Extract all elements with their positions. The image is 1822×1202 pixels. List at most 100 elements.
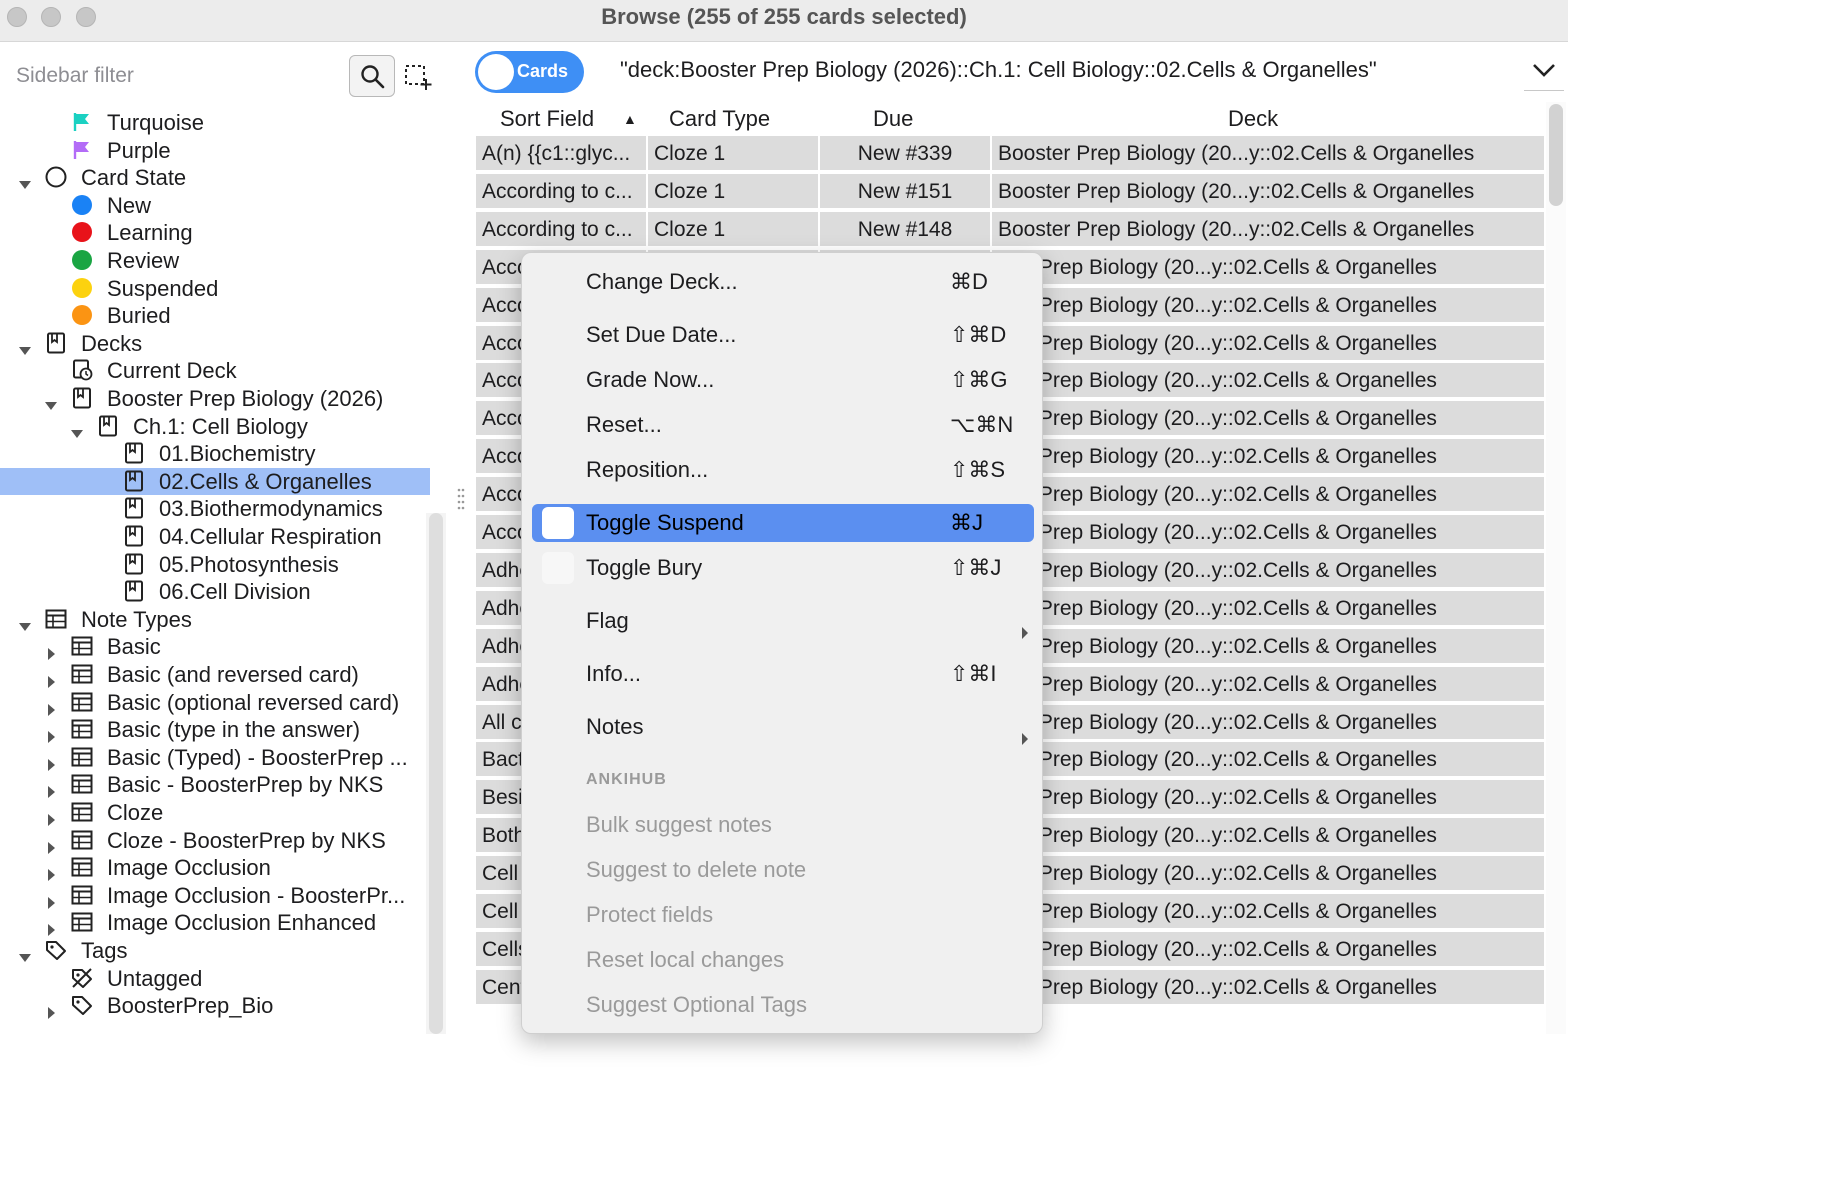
ankihub-menu-item[interactable]: Bulk suggest notes — [532, 806, 1034, 844]
sidebar-scrollbar-thumb[interactable] — [429, 513, 443, 1034]
sidebar-item-label: Basic — [107, 634, 161, 659]
note-type-icon — [71, 884, 93, 906]
sidebar-item[interactable]: Learning — [0, 219, 430, 246]
disclosure-collapsed-icon[interactable] — [44, 806, 58, 826]
ankihub-menu-item[interactable]: Protect fields — [532, 896, 1034, 934]
sidebar-item[interactable]: Image Occlusion Enhanced — [0, 909, 430, 936]
sidebar-scrollbar[interactable] — [426, 513, 446, 1034]
disclosure-collapsed-icon[interactable] — [44, 723, 58, 743]
selection-tool-icon[interactable] — [404, 63, 432, 91]
table-row[interactable]: According to c... Cloze 1 New #148 Booster … — [476, 211, 1544, 248]
sidebar-item[interactable]: Ch.1: Cell Biology — [0, 413, 430, 440]
menu-item-notes[interactable]: Notes — [532, 708, 1034, 746]
sidebar-search-button[interactable] — [349, 55, 395, 97]
disclosure-collapsed-icon[interactable] — [44, 668, 58, 688]
menu-item-toggle-suspend[interactable]: Toggle Suspend ⌘J — [532, 504, 1034, 542]
disclosure-collapsed-icon[interactable] — [44, 861, 58, 881]
sidebar-item[interactable]: 03.Biothermodynamics — [0, 495, 430, 522]
menu-item-set-due-date[interactable]: Set Due Date... ⇧⌘D — [532, 316, 1034, 354]
sidebar-item[interactable]: Buried — [0, 302, 430, 329]
menu-item-change-deck[interactable]: Change Deck... ⌘D — [532, 263, 1034, 301]
sidebar-item[interactable]: Basic - BoosterPrep by NKS — [0, 771, 430, 798]
chevron-down-icon[interactable] — [1530, 60, 1558, 80]
search-icon — [361, 65, 385, 89]
sidebar-item[interactable]: Review — [0, 247, 430, 274]
sidebar-item[interactable]: Turquoise — [0, 109, 430, 136]
sidebar-item[interactable]: 02.Cells & Organelles — [0, 468, 430, 495]
sidebar-item-label: Purple — [107, 138, 171, 163]
table-scrollbar[interactable] — [1546, 102, 1566, 1034]
disclosure-collapsed-icon[interactable] — [44, 834, 58, 854]
disclosure-expanded-icon[interactable] — [18, 613, 32, 631]
disclosure-expanded-icon[interactable] — [18, 171, 32, 189]
table-scrollbar-thumb[interactable] — [1549, 104, 1563, 206]
sort-ascending-icon[interactable]: ▲ — [623, 102, 637, 136]
sidebar-item[interactable]: Basic (Typed) - BoosterPrep ... — [0, 744, 430, 771]
menu-item-info[interactable]: Info... ⇧⌘I — [532, 655, 1034, 693]
deck-icon — [123, 470, 145, 492]
menu-item-flag[interactable]: Flag — [532, 602, 1034, 640]
splitter-handle[interactable] — [456, 485, 466, 515]
sidebar-item-label: Buried — [107, 303, 171, 328]
deck-cell: ster Prep Biology (20...y::02.Cells & Or… — [998, 596, 1437, 620]
sidebar-item[interactable]: New — [0, 192, 430, 219]
sidebar-item[interactable]: Image Occlusion - BoosterPr... — [0, 882, 430, 909]
menu-item-shortcut: ⇧⌘I — [950, 661, 997, 686]
menu-item-reset[interactable]: Reset... ⌥⌘N — [532, 406, 1034, 444]
sidebar-item[interactable]: Booster Prep Biology (2026) — [0, 385, 430, 412]
disclosure-expanded-icon[interactable] — [18, 944, 32, 962]
sidebar-filter-input[interactable]: Sidebar filter — [16, 64, 134, 88]
due-cell: New #148 — [820, 211, 992, 248]
cards-notes-toggle[interactable]: Cards — [475, 51, 584, 93]
sidebar-item[interactable]: 01.Biochemistry — [0, 440, 430, 467]
ankihub-menu-item[interactable]: Suggest to delete note — [532, 851, 1034, 889]
disclosure-collapsed-icon[interactable] — [44, 778, 58, 798]
due-cell: New #151 — [820, 173, 992, 210]
ankihub-menu-item[interactable]: Suggest Optional Tags — [532, 986, 1034, 1024]
sidebar-item-label: Basic (and reversed card) — [107, 662, 359, 687]
column-header-card-type[interactable]: Card Type — [669, 102, 770, 136]
disclosure-expanded-icon[interactable] — [18, 337, 32, 355]
column-header-deck[interactable]: Deck — [1228, 102, 1278, 136]
sidebar-item[interactable]: Decks — [0, 330, 430, 357]
table-row[interactable]: A(n) {{c1::glyc... Cloze 1 New #339 Booster… — [476, 136, 1544, 172]
sidebar-item[interactable]: Image Occlusion — [0, 854, 430, 881]
note-type-icon — [71, 911, 93, 933]
sidebar-item[interactable]: Cloze — [0, 799, 430, 826]
sidebar-item[interactable]: Card State — [0, 164, 430, 191]
sidebar-item[interactable]: BoosterPrep_Bio — [0, 992, 430, 1019]
column-header-due[interactable]: Due — [873, 102, 913, 136]
disclosure-expanded-icon[interactable] — [44, 392, 58, 410]
menu-item-grade-now[interactable]: Grade Now... ⇧⌘G — [532, 361, 1034, 399]
sidebar-item[interactable]: Basic (optional reversed card) — [0, 689, 430, 716]
table-row[interactable]: According to c... Cloze 1 New #151 Booster … — [476, 173, 1544, 210]
dropdown-underline — [1524, 90, 1564, 91]
ankihub-menu-item[interactable]: Reset local changes — [532, 941, 1034, 979]
sidebar-item[interactable]: Cloze - BoosterPrep by NKS — [0, 827, 430, 854]
sidebar-item[interactable]: Basic — [0, 633, 430, 660]
disclosure-collapsed-icon[interactable] — [44, 916, 58, 936]
sidebar-item[interactable]: 04.Cellular Respiration — [0, 523, 430, 550]
sidebar-item[interactable]: Basic (and reversed card) — [0, 661, 430, 688]
disclosure-collapsed-icon[interactable] — [44, 640, 58, 660]
menu-item-reposition[interactable]: Reposition... ⇧⌘S — [532, 451, 1034, 489]
search-query-input[interactable]: "deck:Booster Prep Biology (2026)::Ch.1:… — [620, 57, 1377, 83]
sidebar-item[interactable]: Basic (type in the answer) — [0, 716, 430, 743]
menu-item-label: Protect fields — [586, 902, 714, 927]
disclosure-collapsed-icon[interactable] — [44, 751, 58, 771]
sidebar-item[interactable]: 05.Photosynthesis — [0, 551, 430, 578]
sidebar-item[interactable]: Purple — [0, 137, 430, 164]
sidebar-item[interactable]: Note Types — [0, 606, 430, 633]
menu-item-toggle-bury[interactable]: Toggle Bury ⇧⌘J — [532, 549, 1034, 587]
disclosure-expanded-icon[interactable] — [70, 420, 84, 438]
sidebar-item-label: 03.Biothermodynamics — [159, 496, 383, 521]
sidebar-item[interactable]: Untagged — [0, 965, 430, 992]
sidebar-item[interactable]: Suspended — [0, 275, 430, 302]
disclosure-collapsed-icon[interactable] — [44, 696, 58, 716]
disclosure-collapsed-icon[interactable] — [44, 889, 58, 909]
disclosure-collapsed-icon[interactable] — [44, 999, 58, 1019]
sidebar-item[interactable]: Tags — [0, 937, 430, 964]
sidebar-item[interactable]: Current Deck — [0, 357, 430, 384]
column-header-sort-field[interactable]: Sort Field — [500, 102, 594, 136]
sidebar-item[interactable]: 06.Cell Division — [0, 578, 430, 605]
